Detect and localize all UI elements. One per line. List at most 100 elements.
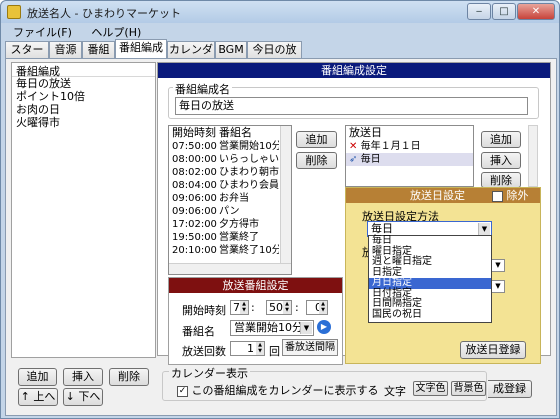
spin-arrows-icon: ▲ ▼	[283, 301, 291, 314]
window-title: 放送名人 - ひまわりマーケット	[27, 7, 181, 20]
dropdown-option[interactable]: 日間隔指定	[369, 298, 491, 310]
table-row[interactable]: 07:50:00 営業開始10分	[169, 140, 291, 153]
second-spinner[interactable]: 0▲▼	[306, 300, 328, 315]
maximize-button[interactable]: □	[492, 3, 516, 20]
table-row[interactable]: 08:04:00ひまわり会員の	[169, 179, 291, 192]
chevron-down-icon: ▼	[478, 223, 490, 235]
calendar-label: カレンダー表示	[169, 365, 250, 381]
list-item[interactable]: ✕ 毎年１月１日	[346, 140, 473, 153]
list-item[interactable]: 火曜得市	[12, 116, 155, 129]
table-row[interactable]: 20:10:00 営業終了10分	[169, 244, 291, 257]
grid-delete-button[interactable]: 削除	[296, 152, 337, 169]
title-bar[interactable]: 放送名人 - ひまわりマーケット ‒ □ ✕	[1, 1, 559, 23]
count-unit: 回	[269, 345, 280, 358]
app-window: 放送名人 - ひまわりマーケット ‒ □ ✕ ファイル(F) ヘルプ(H) スタ…	[0, 0, 560, 419]
menu-bar: ファイル(F) ヘルプ(H)	[5, 23, 555, 39]
minimize-button[interactable]: ‒	[467, 3, 491, 20]
count-label: 放送回数	[182, 345, 226, 358]
interval-button[interactable]: 番放送間隔	[282, 339, 338, 356]
day-insert-button[interactable]: 挿入	[481, 152, 521, 169]
dropdown-option[interactable]: 週と曜日指定	[369, 256, 491, 268]
cell-program-name: 営業終了	[219, 232, 259, 243]
tab-calendar[interactable]: カレンダー	[167, 41, 215, 71]
cell-start-time: 07:50:00	[172, 141, 217, 152]
cell-program-name: いらっしゃいませ	[219, 154, 279, 165]
checkbox-icon	[492, 190, 503, 202]
cell-start-time: 09:06:00	[172, 206, 217, 217]
list-item[interactable]: 毎日の放送	[12, 77, 155, 90]
grid-hscroll[interactable]	[169, 263, 291, 274]
text-label: 文字	[384, 385, 406, 398]
chevron-down-icon[interactable]: ▼	[491, 280, 505, 293]
tab-audio[interactable]: 音源	[49, 41, 82, 58]
name-label: 番組編成名	[173, 81, 232, 97]
schedule-name-field[interactable]: 毎日の放送	[175, 97, 528, 115]
tab-start[interactable]: スタート	[5, 41, 49, 71]
cell-start-time: 08:00:00	[172, 154, 217, 165]
cell-program-name: 営業開始10分	[219, 141, 279, 152]
schedule-list[interactable]: 番組編成 毎日の放送 ポイント10倍 お肉の日 火曜得市	[11, 62, 156, 358]
tab-program[interactable]: 番組	[82, 41, 115, 58]
list-insert-button[interactable]: 挿入	[63, 368, 103, 386]
grid-add-button[interactable]: 追加	[296, 131, 337, 148]
hour-spinner[interactable]: 7 ▲ ▼	[230, 300, 249, 315]
list-item[interactable]: ポイント10倍	[12, 90, 155, 103]
text-color-button[interactable]: 文字色	[413, 381, 448, 396]
close-button[interactable]: ✕	[517, 3, 555, 20]
time-separator: :	[251, 301, 255, 314]
count-spinner[interactable]: 1 ▲ ▼	[230, 341, 265, 356]
col-start-time: 開始時刻	[172, 126, 216, 139]
spin-arrows-icon: ▲ ▼	[319, 301, 327, 314]
tab-schedule[interactable]: 番組編成	[115, 39, 167, 58]
play-icon[interactable]: ▶	[317, 320, 331, 334]
dropdown-option[interactable]: 毎日	[369, 235, 491, 247]
register-day-button[interactable]: 放送日登録	[460, 341, 526, 359]
dropdown-option-selected[interactable]: 月日指定	[369, 277, 491, 289]
list-add-button[interactable]: 追加	[18, 368, 57, 386]
table-row[interactable]: 09:06:00 お弁当	[169, 192, 291, 205]
program-name-select[interactable]: 営業開始10分 ▼	[230, 320, 314, 336]
panel-title: 番組編成設定	[158, 63, 550, 78]
program-grid[interactable]: 開始時刻番組名 07:50:00営業開始10分08:00:00いらっしゃいませ0…	[168, 125, 292, 275]
list-item[interactable]: ➶ 毎日	[346, 153, 473, 166]
pin-icon: ➶	[349, 154, 358, 165]
spin-arrows-icon: ▲ ▼	[240, 301, 248, 314]
method-dropdown-list[interactable]: 毎日 曜日指定 週と曜日指定 日指定 月日指定 日付指定 日間隔指定 国民の祝日	[368, 235, 492, 323]
cell-start-time: 08:04:00	[172, 180, 217, 191]
day-list-scrollbar[interactable]	[528, 125, 538, 187]
move-down-button[interactable]: ↓ 下へ	[63, 388, 103, 406]
grid-vscroll[interactable]	[280, 126, 291, 274]
broadcast-day-header: 放送日	[349, 126, 382, 139]
checkbox-checked-icon: ✓	[177, 385, 188, 397]
cell-program-name: お弁当	[219, 193, 249, 204]
col-program-name: 番組名	[219, 126, 252, 139]
tab-bgm[interactable]: BGM	[215, 41, 247, 58]
move-up-button[interactable]: ↑ 上へ	[18, 388, 58, 406]
exclude-checkbox[interactable]: 除外	[492, 188, 529, 203]
cell-start-time: 08:02:00	[172, 167, 217, 178]
cell-start-time: 17:02:00	[172, 219, 217, 230]
cell-start-time: 09:06:00	[172, 193, 217, 204]
register-schedule-button[interactable]: 成登録	[488, 380, 532, 398]
start-time-label: 開始時刻	[182, 304, 226, 317]
table-row[interactable]: 09:06:00 パン	[169, 205, 291, 218]
table-row[interactable]: 19:50:00 営業終了	[169, 231, 291, 244]
broadcast-day-list[interactable]: 放送日 ✕ 毎年１月１日 ➶ 毎日	[345, 125, 474, 187]
calendar-checkbox[interactable]: ✓ この番組編成をカレンダーに表示する	[177, 382, 379, 398]
program-name-label: 番組名	[182, 325, 215, 338]
tab-bar: スタート 音源 番組 番組編成 カレンダー BGM 今日の放送	[5, 39, 557, 71]
schedule-list-header: 番組編成	[12, 63, 155, 78]
dropdown-option[interactable]: 国民の祝日	[369, 309, 491, 321]
day-add-button[interactable]: 追加	[481, 131, 521, 148]
minute-spinner[interactable]: 50 ▲ ▼	[266, 300, 292, 315]
bg-color-button[interactable]: 背景色	[451, 381, 486, 396]
chevron-down-icon[interactable]: ▼	[491, 259, 505, 272]
table-row[interactable]: 08:02:00 ひまわり朝市	[169, 166, 291, 179]
list-item[interactable]: お肉の日	[12, 103, 155, 116]
tab-today[interactable]: 今日の放送	[247, 41, 302, 71]
cell-program-name: 夕方得市	[219, 219, 259, 230]
day-delete-button[interactable]: 削除	[481, 172, 521, 188]
table-row[interactable]: 08:00:00いらっしゃいませ	[169, 153, 291, 166]
list-delete-button[interactable]: 削除	[109, 368, 149, 386]
table-row[interactable]: 17:02:00 夕方得市	[169, 218, 291, 231]
